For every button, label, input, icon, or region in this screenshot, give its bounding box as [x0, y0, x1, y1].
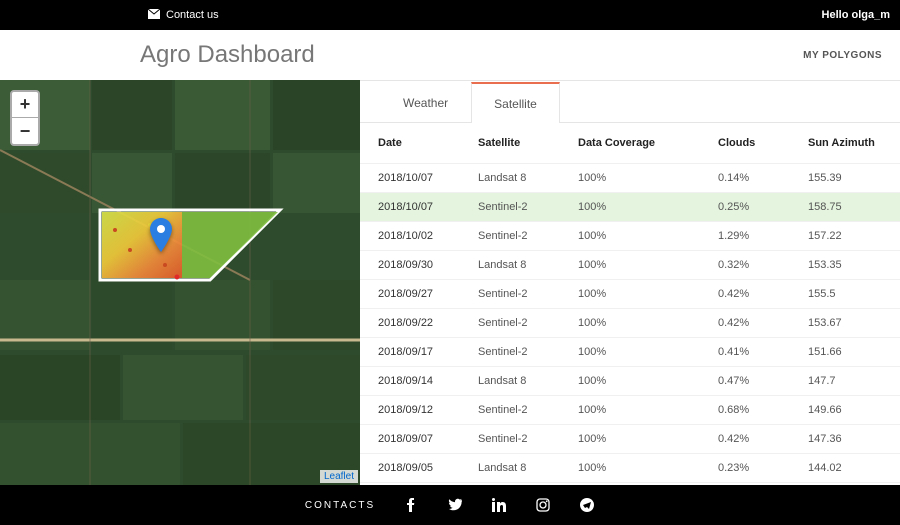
footer-contacts-label: CONTACTS	[305, 500, 375, 511]
table-row[interactable]: 2018/09/07Sentinel-2100%0.42%147.36	[360, 425, 900, 454]
table-row[interactable]: 2018/09/14Landsat 8100%0.47%147.7	[360, 367, 900, 396]
cell-date: 2018/09/12	[378, 404, 478, 416]
cell-date: 2018/09/30	[378, 259, 478, 271]
table-row[interactable]: 2018/09/30Landsat 8100%0.32%153.35	[360, 251, 900, 280]
cell-date: 2018/09/07	[378, 433, 478, 445]
tab-weather[interactable]: Weather	[380, 82, 471, 123]
cell-date: 2018/09/05	[378, 462, 478, 474]
cell-coverage: 100%	[578, 230, 718, 242]
mail-icon	[148, 9, 160, 22]
cell-clouds: 1.29%	[718, 230, 808, 242]
cell-clouds: 0.42%	[718, 317, 808, 329]
cell-sun: 158.75	[808, 201, 882, 213]
cell-date: 2018/10/07	[378, 201, 478, 213]
cell-satellite: Landsat 8	[478, 375, 578, 387]
topbar: Contact us Hello olga_m	[0, 0, 900, 30]
satellite-table: Date Satellite Data Coverage Clouds Sun …	[360, 123, 900, 485]
cell-satellite: Landsat 8	[478, 172, 578, 184]
cell-coverage: 100%	[578, 172, 718, 184]
col-clouds[interactable]: Clouds	[718, 137, 808, 149]
cell-coverage: 100%	[578, 259, 718, 271]
cell-coverage: 100%	[578, 317, 718, 329]
cell-clouds: 0.41%	[718, 346, 808, 358]
cell-clouds: 0.47%	[718, 375, 808, 387]
col-satellite[interactable]: Satellite	[478, 137, 578, 149]
cell-sun: 149.66	[808, 404, 882, 416]
cell-sun: 153.35	[808, 259, 882, 271]
satellite-map-image	[0, 80, 360, 485]
cell-coverage: 100%	[578, 404, 718, 416]
map-panel[interactable]: + − Leaflet	[0, 80, 360, 485]
instagram-icon[interactable]	[535, 497, 551, 513]
my-polygons-link[interactable]: MY POLYGONS	[803, 50, 882, 61]
facebook-icon[interactable]	[403, 497, 419, 513]
zoom-out-button[interactable]: −	[12, 118, 38, 144]
contact-us-label: Contact us	[166, 9, 219, 21]
table-header-row: Date Satellite Data Coverage Clouds Sun …	[360, 123, 900, 164]
cell-satellite: Sentinel-2	[478, 433, 578, 445]
footer: CONTACTS	[0, 485, 900, 525]
cell-date: 2018/09/14	[378, 375, 478, 387]
cell-date: 2018/10/02	[378, 230, 478, 242]
cell-sun: 151.66	[808, 346, 882, 358]
cell-coverage: 100%	[578, 346, 718, 358]
tab-satellite[interactable]: Satellite	[471, 82, 560, 123]
cell-clouds: 0.68%	[718, 404, 808, 416]
cell-satellite: Sentinel-2	[478, 317, 578, 329]
cell-coverage: 100%	[578, 201, 718, 213]
table-row[interactable]: 2018/10/07Landsat 8100%0.14%155.39	[360, 164, 900, 193]
cell-coverage: 100%	[578, 462, 718, 474]
telegram-icon[interactable]	[579, 497, 595, 513]
cell-clouds: 0.32%	[718, 259, 808, 271]
col-date[interactable]: Date	[378, 137, 478, 149]
page-title: Agro Dashboard	[140, 41, 315, 69]
cell-clouds: 0.42%	[718, 433, 808, 445]
zoom-control: + −	[10, 90, 40, 146]
hello-user[interactable]: Hello olga_m	[822, 9, 890, 21]
cell-clouds: 0.25%	[718, 201, 808, 213]
cell-satellite: Sentinel-2	[478, 230, 578, 242]
table-row[interactable]: 2018/09/05Landsat 8100%0.23%144.02	[360, 454, 900, 483]
cell-satellite: Sentinel-2	[478, 346, 578, 358]
cell-sun: 147.36	[808, 433, 882, 445]
cell-clouds: 0.14%	[718, 172, 808, 184]
linkedin-icon[interactable]	[491, 497, 507, 513]
cell-satellite: Landsat 8	[478, 462, 578, 474]
cell-date: 2018/09/17	[378, 346, 478, 358]
cell-clouds: 0.23%	[718, 462, 808, 474]
cell-satellite: Sentinel-2	[478, 201, 578, 213]
cell-date: 2018/09/22	[378, 317, 478, 329]
table-row[interactable]: 2018/09/27Sentinel-2100%0.42%155.5	[360, 280, 900, 309]
col-coverage[interactable]: Data Coverage	[578, 137, 718, 149]
cell-sun: 147.7	[808, 375, 882, 387]
cell-coverage: 100%	[578, 375, 718, 387]
col-sun-azimuth[interactable]: Sun Azimuth	[808, 137, 882, 149]
table-row[interactable]: 2018/10/07Sentinel-2100%0.25%158.75	[360, 193, 900, 222]
header: Agro Dashboard MY POLYGONS	[0, 30, 900, 80]
cell-satellite: Landsat 8	[478, 259, 578, 271]
cell-clouds: 0.42%	[718, 288, 808, 300]
contact-us-link[interactable]: Contact us	[148, 9, 219, 22]
cell-date: 2018/10/07	[378, 172, 478, 184]
cell-satellite: Sentinel-2	[478, 404, 578, 416]
table-row[interactable]: 2018/10/02Sentinel-2100%1.29%157.22	[360, 222, 900, 251]
main: + − Leaflet Weather Satellite Date Satel…	[0, 80, 900, 485]
zoom-in-button[interactable]: +	[12, 92, 38, 118]
data-panel: Weather Satellite Date Satellite Data Co…	[360, 80, 900, 485]
table-row[interactable]: 2018/09/17Sentinel-2100%0.41%151.66	[360, 338, 900, 367]
cell-sun: 144.02	[808, 462, 882, 474]
cell-sun: 157.22	[808, 230, 882, 242]
table-row[interactable]: 2018/09/12Sentinel-2100%0.68%149.66	[360, 396, 900, 425]
cell-coverage: 100%	[578, 433, 718, 445]
table-row[interactable]: 2018/09/22Sentinel-2100%0.42%153.67	[360, 309, 900, 338]
twitter-icon[interactable]	[447, 497, 463, 513]
cell-coverage: 100%	[578, 288, 718, 300]
cell-sun: 155.5	[808, 288, 882, 300]
tabs: Weather Satellite	[360, 81, 900, 123]
cell-sun: 155.39	[808, 172, 882, 184]
map-attribution[interactable]: Leaflet	[320, 470, 358, 483]
cell-sun: 153.67	[808, 317, 882, 329]
cell-date: 2018/09/27	[378, 288, 478, 300]
cell-satellite: Sentinel-2	[478, 288, 578, 300]
